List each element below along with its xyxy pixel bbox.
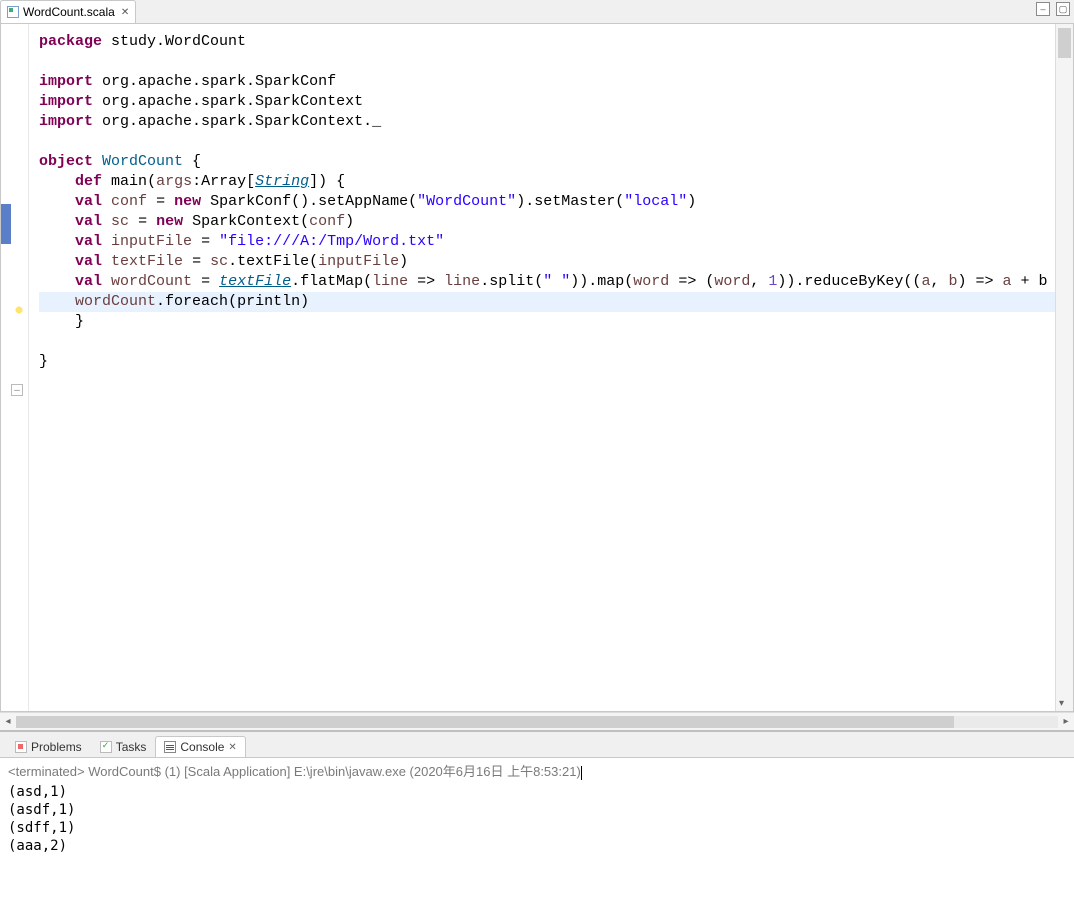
close-icon[interactable]: ✕: [121, 7, 129, 18]
scroll-thumb[interactable]: [1058, 28, 1071, 58]
panel-window-controls: – ▢: [1036, 2, 1070, 16]
tab-label: Tasks: [116, 740, 147, 754]
problems-icon: [15, 741, 27, 753]
console-icon: [164, 741, 176, 753]
close-icon[interactable]: ✕: [228, 742, 236, 753]
editor-tab-wordcount[interactable]: WordCount.scala ✕: [0, 0, 136, 23]
tab-problems[interactable]: Problems: [6, 736, 91, 757]
tab-console[interactable]: Console ✕: [155, 736, 245, 757]
minimize-panel-button[interactable]: –: [1036, 2, 1050, 16]
tab-label: Problems: [31, 740, 82, 754]
maximize-panel-button[interactable]: ▢: [1056, 2, 1070, 16]
scroll-right-icon[interactable]: ▸: [1058, 716, 1074, 727]
code-area[interactable]: package study.WordCount import org.apach…: [29, 24, 1055, 711]
console-line: (asdf,1): [8, 801, 1066, 819]
editor-tab-bar: WordCount.scala ✕ – ▢: [0, 0, 1074, 24]
console-status-line: <terminated> WordCount$ (1) [Scala Appli…: [0, 758, 1074, 783]
ide-root: WordCount.scala ✕ – ▢ – package study.Wo…: [0, 0, 1074, 900]
editor-vertical-scrollbar[interactable]: ▴ ▾: [1055, 24, 1073, 711]
scroll-down-icon[interactable]: ▾: [1059, 698, 1064, 709]
text-cursor-icon: [581, 766, 582, 780]
console-output[interactable]: (bbb,2) (asd,1) (asdf,1) (sdff,1) (aaa,2…: [0, 783, 1074, 900]
warning-marker-icon: [13, 304, 25, 316]
editor-pane: – package study.WordCount import org.apa…: [0, 24, 1074, 712]
bottom-tab-bar: Problems Tasks Console ✕: [0, 732, 1074, 758]
console-line: (sdff,1): [8, 819, 1066, 837]
fold-toggle-icon[interactable]: –: [11, 384, 23, 396]
hscroll-track[interactable]: [16, 716, 1058, 728]
tab-tasks[interactable]: Tasks: [91, 736, 156, 757]
hscroll-thumb[interactable]: [16, 716, 954, 728]
editor-tab-label: WordCount.scala: [23, 5, 115, 19]
console-line: (asd,1): [8, 783, 1066, 801]
scala-file-icon: [7, 6, 19, 18]
scroll-left-icon[interactable]: ◂: [0, 716, 16, 727]
change-marker-icon: [1, 204, 11, 244]
editor-gutter[interactable]: –: [1, 24, 29, 711]
console-line: (aaa,2): [8, 837, 1066, 855]
editor-horizontal-scrollbar[interactable]: ◂ ▸: [0, 712, 1074, 730]
bottom-panel: Problems Tasks Console ✕ <terminated> Wo…: [0, 730, 1074, 900]
tasks-icon: [100, 741, 112, 753]
tab-label: Console: [180, 740, 224, 754]
